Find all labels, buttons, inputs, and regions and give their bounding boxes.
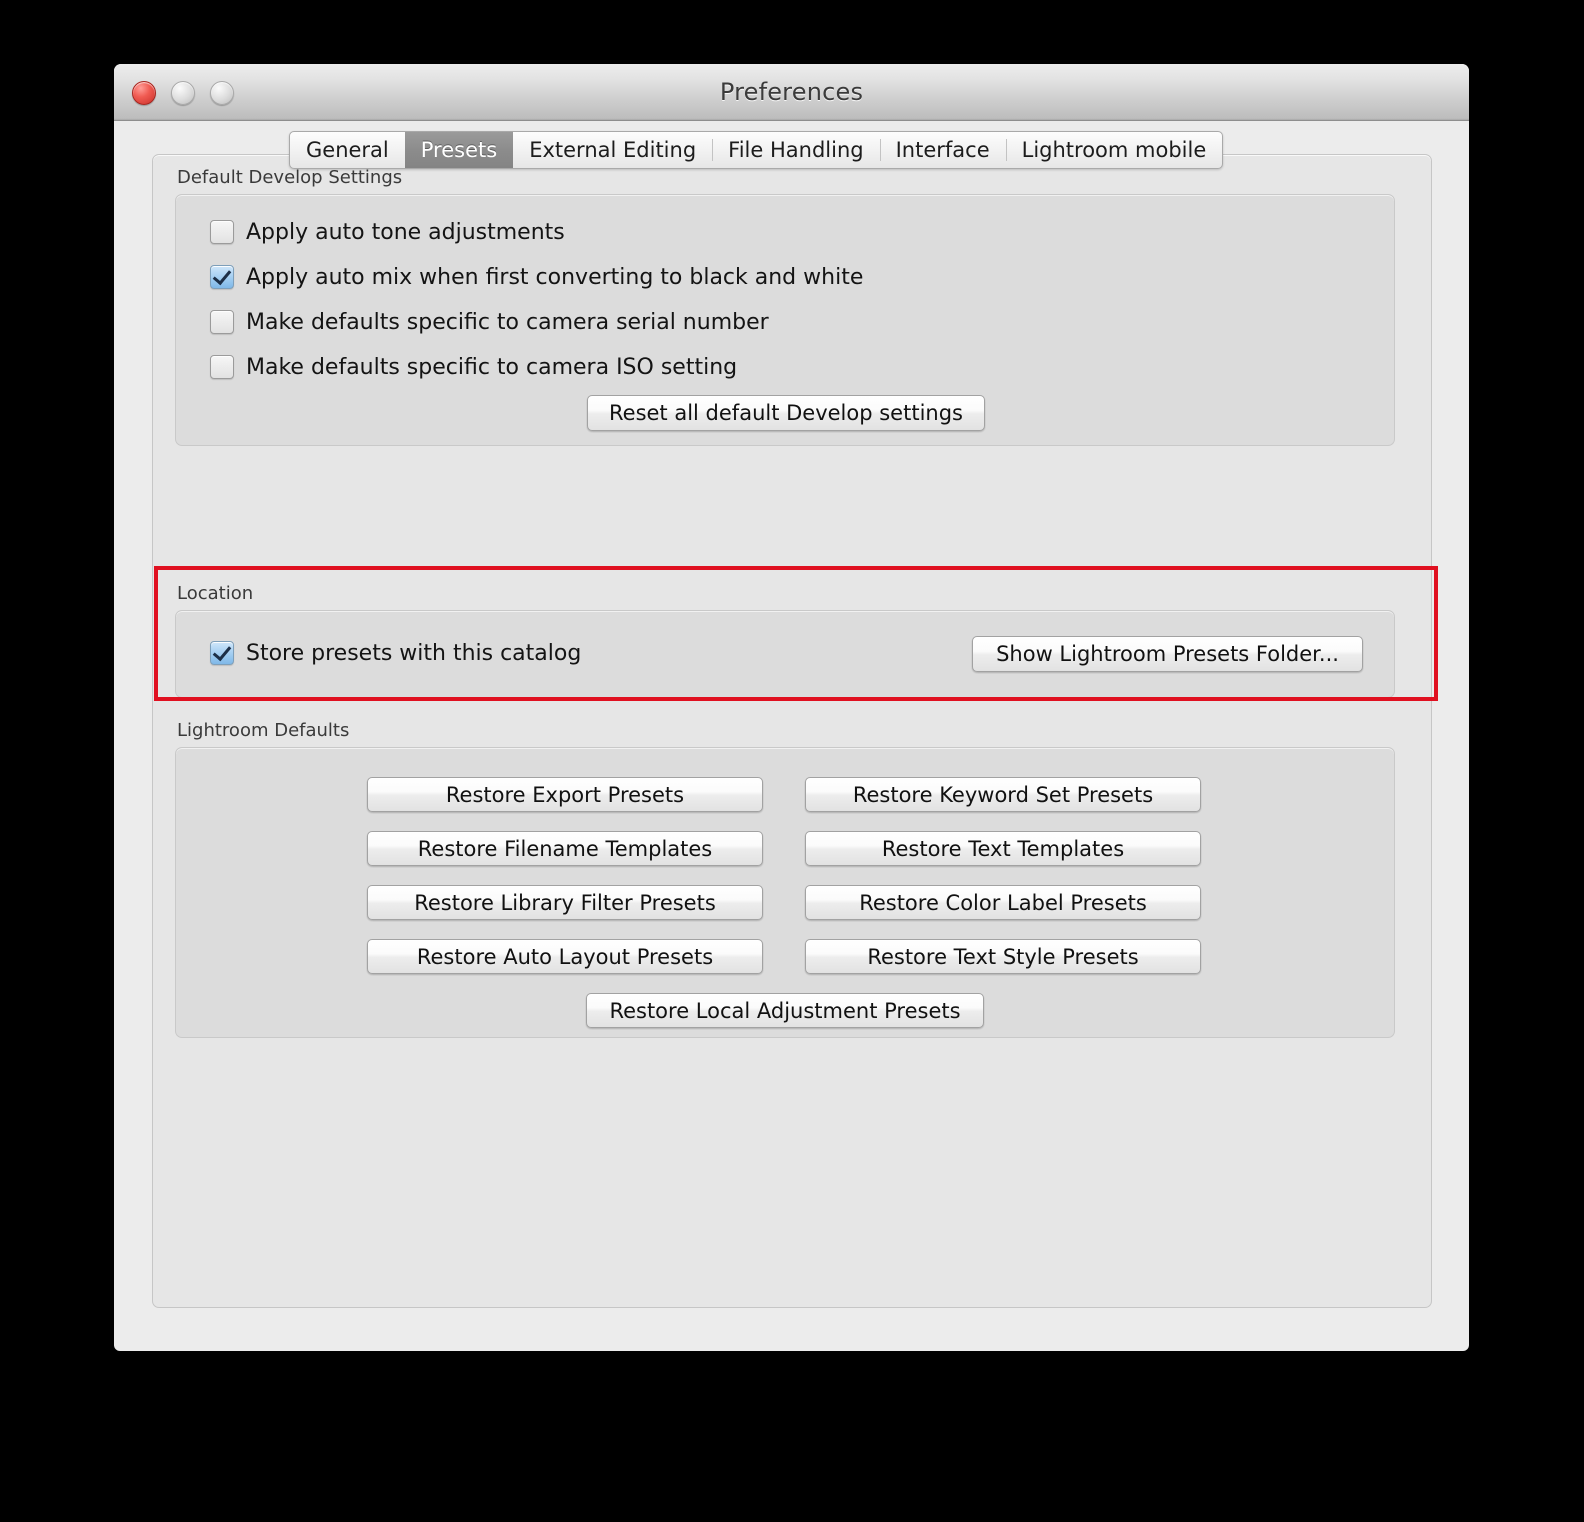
group-location: Location Store presets with this catalog…	[175, 583, 1395, 698]
checkbox-camera-iso-setting-icon[interactable]	[210, 355, 234, 379]
restore-export-presets-button[interactable]: Restore Export Presets	[367, 777, 763, 812]
reset-all-default-develop-settings-button[interactable]: Reset all default Develop settings	[587, 395, 985, 431]
tab-lightroom-mobile[interactable]: Lightroom mobile	[1005, 132, 1223, 168]
restore-library-filter-presets-button[interactable]: Restore Library Filter Presets	[367, 885, 763, 920]
checkbox-row-store-presets-with-catalog[interactable]: Store presets with this catalog	[210, 638, 581, 668]
window-title: Preferences	[719, 78, 864, 106]
checkbox-row-apply-auto-mix[interactable]: Apply auto mix when first converting to …	[210, 262, 863, 292]
group-title-lightroom-defaults: Lightroom Defaults	[177, 720, 350, 741]
window-titlebar: Preferences	[114, 64, 1469, 121]
checkbox-apply-auto-mix-icon[interactable]	[210, 265, 234, 289]
restore-text-templates-button[interactable]: Restore Text Templates	[805, 831, 1201, 866]
restore-text-style-presets-button[interactable]: Restore Text Style Presets	[805, 939, 1201, 974]
group-body-lightroom-defaults: Restore Export Presets Restore Filename …	[175, 747, 1395, 1038]
tab-general[interactable]: General	[290, 132, 405, 168]
group-title-default-develop-settings: Default Develop Settings	[177, 167, 403, 188]
group-default-develop-settings: Default Develop Settings Apply auto tone…	[175, 167, 1395, 446]
checkbox-row-camera-serial-number[interactable]: Make defaults specific to camera serial …	[210, 307, 863, 337]
group-lightroom-defaults: Lightroom Defaults Restore Export Preset…	[175, 720, 1395, 1038]
tab-bar: General Presets External Editing File Ha…	[289, 131, 1224, 169]
tab-external-editing[interactable]: External Editing	[513, 132, 712, 168]
tab-presets[interactable]: Presets	[404, 132, 514, 168]
group-body-location: Store presets with this catalog Show Lig…	[175, 610, 1395, 698]
checkbox-label-apply-auto-tone: Apply auto tone adjustments	[246, 219, 565, 245]
checkbox-camera-serial-number-icon[interactable]	[210, 310, 234, 334]
checkbox-label-apply-auto-mix: Apply auto mix when first converting to …	[246, 264, 864, 290]
preferences-window: Preferences General Presets External Edi…	[114, 64, 1469, 1351]
group-title-location: Location	[177, 583, 254, 604]
show-lightroom-presets-folder-button[interactable]: Show Lightroom Presets Folder...	[972, 636, 1363, 672]
preferences-content-panel: Default Develop Settings Apply auto tone…	[152, 154, 1438, 1308]
restore-auto-layout-presets-button[interactable]: Restore Auto Layout Presets	[367, 939, 763, 974]
checkbox-label-store-presets-with-catalog: Store presets with this catalog	[246, 640, 582, 666]
restore-local-adjustment-presets-button[interactable]: Restore Local Adjustment Presets	[586, 993, 984, 1028]
tab-interface[interactable]: Interface	[879, 132, 1006, 168]
restore-color-label-presets-button[interactable]: Restore Color Label Presets	[805, 885, 1201, 920]
checkbox-apply-auto-tone-icon[interactable]	[210, 220, 234, 244]
restore-filename-templates-button[interactable]: Restore Filename Templates	[367, 831, 763, 866]
restore-keyword-set-presets-button[interactable]: Restore Keyword Set Presets	[805, 777, 1201, 812]
checkbox-store-presets-with-catalog-icon[interactable]	[210, 641, 234, 665]
tab-file-handling[interactable]: File Handling	[712, 132, 879, 168]
checkbox-row-apply-auto-tone[interactable]: Apply auto tone adjustments	[210, 217, 863, 247]
develop-checkbox-list: Apply auto tone adjustments Apply auto m…	[210, 217, 863, 397]
checkbox-row-camera-iso-setting[interactable]: Make defaults specific to camera ISO set…	[210, 352, 863, 382]
checkbox-label-camera-iso-setting: Make defaults specific to camera ISO set…	[246, 354, 738, 380]
group-body-default-develop-settings: Apply auto tone adjustments Apply auto m…	[175, 194, 1395, 446]
checkbox-label-camera-serial-number: Make defaults specific to camera serial …	[246, 309, 769, 335]
